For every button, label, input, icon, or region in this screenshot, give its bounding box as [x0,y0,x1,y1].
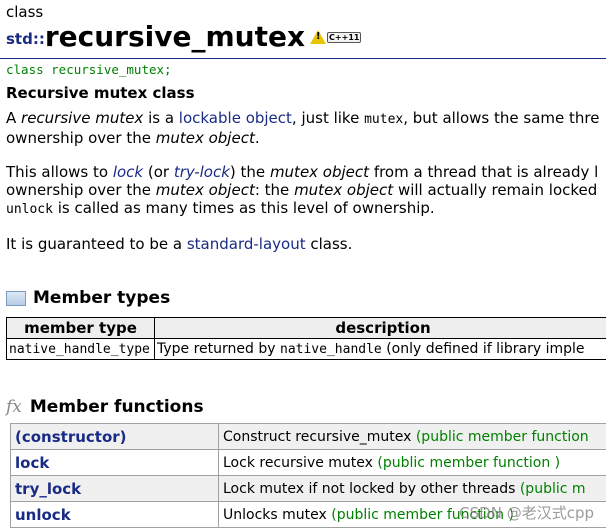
member-types-header: Member types [6,288,170,308]
function-kind: (public m [519,480,586,497]
column-header: description [154,317,606,339]
try-lock-link[interactable]: try-lock [174,163,230,181]
table-row: native_handle_type Type returned by nati… [6,338,606,360]
text: is a [143,109,179,127]
column-header: member type [6,317,155,339]
title-divider [0,58,606,59]
text: : the [254,181,295,199]
text: will actually remain locked [393,181,598,199]
description-cell: Type returned by native_handle (only def… [154,338,606,360]
warning-icon [310,30,327,44]
table-row: lock Lock recursive mutex (public member… [10,449,606,476]
function-link-constructor[interactable]: (constructor) [10,423,219,450]
text: Type returned by [157,341,280,357]
table-row: (constructor) Construct recursive_mutex … [10,423,606,450]
text: (only defined if library imple [381,341,585,357]
text: from a thread that is already l [369,163,599,181]
emphasis: mutex object [269,163,370,181]
emphasis: mutex object [155,181,255,199]
function-kind: (public member function ) [377,454,561,471]
table-icon [6,290,26,306]
lockable-object-link[interactable]: lockable object [179,109,292,127]
text: . [254,129,260,147]
standard-layout-link[interactable]: standard-layout [187,235,306,253]
emphasis: mutex object [155,129,255,147]
member-functions-header: fx Member functions [6,397,204,417]
emphasis: mutex object [294,181,394,199]
text: ) the [229,163,270,181]
text: is called as many times as this level of… [52,199,435,217]
page-kicker: class [6,3,44,21]
text: A [6,109,22,127]
paragraph-3: It is guaranteed to be a standard-layout… [6,235,352,253]
code-mutex: mutex [364,112,404,127]
text: Unlocks mutex [223,506,332,523]
function-description: Lock mutex if not locked by other thread… [218,475,606,502]
title-row: std:: recursive_mutex C++11 [6,20,362,54]
member-functions-title: Member functions [29,397,204,417]
text: , but allows the same thre [403,109,600,127]
function-link-unlock[interactable]: unlock [10,501,219,528]
text: class. [305,235,353,253]
type-cell: native_handle_type [6,338,155,360]
text: ownership over the [6,181,156,199]
code-native-handle: native_handle [280,342,382,357]
function-description: Construct recursive_mutex (public member… [218,423,606,450]
emphasis: recursive mutex [21,109,144,127]
function-link-lock[interactable]: lock [10,449,219,476]
text: It is guaranteed to be a [6,235,187,253]
text: This allows to [6,163,113,181]
section-heading: Recursive mutex class [6,84,195,102]
paragraph-1: A recursive mutex is a lockable object, … [6,109,599,147]
function-description: Lock recursive mutex (public member func… [218,449,606,476]
member-types-title: Member types [33,288,171,308]
function-link-try-lock[interactable]: try_lock [10,475,219,502]
function-kind: (public member function [415,428,589,445]
page-title: recursive_mutex [44,20,306,53]
text: (or [143,163,174,181]
text: Lock mutex if not locked by other thread… [223,480,520,497]
class-declaration: class recursive_mutex; [6,62,172,77]
fx-icon: fx [6,397,22,417]
lock-link[interactable]: lock [113,163,143,181]
text: ownership over the [6,129,156,147]
paragraph-2: This allows to lock (or try-lock) the mu… [6,163,598,219]
text: Construct recursive_mutex [223,428,416,445]
watermark: CSDN @老汉式cpp [459,504,594,522]
text: Lock recursive mutex [223,454,378,471]
member-types-table: member type description native_handle_ty… [6,317,606,360]
cpp11-tag: C++11 [327,31,362,43]
table-row: try_lock Lock mutex if not locked by oth… [10,475,606,502]
code-unlock: unlock [6,202,53,217]
cpp11-badge: C++11 [310,30,362,44]
namespace-prefix: std:: [6,30,45,48]
text: , just like [291,109,365,127]
